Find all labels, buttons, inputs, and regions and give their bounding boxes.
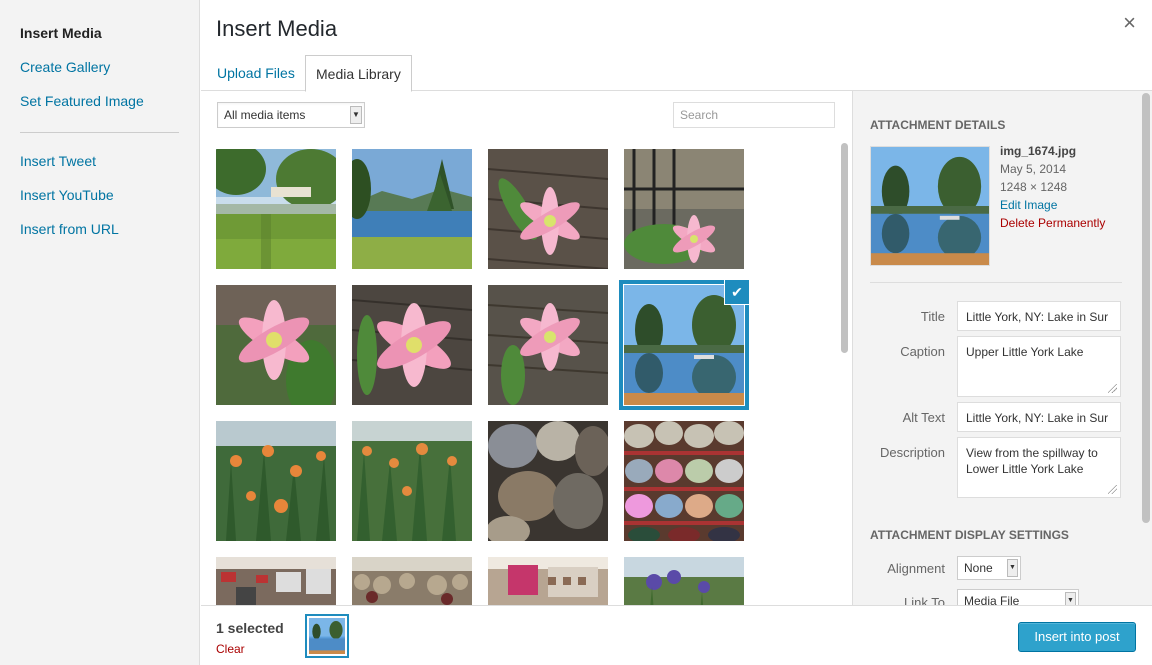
attachment-thumb-little-york-lake[interactable]: ✔ (624, 280, 749, 405)
store-photo (216, 557, 336, 605)
caption-value: Upper Little York Lake (966, 345, 1084, 359)
link-to-value: Media File (964, 594, 1020, 605)
lake-reflection-photo (871, 147, 989, 265)
delete-permanently-link[interactable]: Delete Permanently (1000, 214, 1105, 232)
caption-field[interactable]: Upper Little York Lake (957, 336, 1121, 397)
attachment-thumb-lily-4[interactable] (487, 285, 609, 405)
park-photo (206, 143, 346, 269)
attachment-thumb-lake-trees[interactable] (343, 149, 472, 269)
modal-title: Insert Media (216, 16, 338, 41)
dropdown-arrow-icon: ▼ (350, 106, 362, 124)
attachment-thumb-lily-2[interactable] (216, 285, 336, 420)
lily-photo (487, 149, 609, 270)
router-tabs: Upload Files Media Library (201, 55, 1152, 92)
menu-item-create-gallery[interactable]: Create Gallery (0, 56, 199, 90)
resize-handle-icon[interactable] (1108, 384, 1117, 393)
attachment-preview (870, 146, 990, 266)
menu-separator (20, 132, 179, 133)
attachment-thumb-yarn-shelves[interactable] (624, 421, 744, 543)
attachment-thumb-yarn-rolls[interactable] (486, 421, 611, 546)
menu-item-insert-youtube[interactable]: Insert YouTube (0, 184, 199, 218)
attachment-meta: img_1674.jpg May 5, 2014 1248 × 1248 Edi… (1000, 142, 1105, 232)
alt-text-field[interactable]: Little York, NY: Lake in Sur (957, 402, 1121, 432)
display-settings-heading: ATTACHMENT DISPLAY SETTINGS (870, 528, 1069, 542)
grid-scrollbar-thumb[interactable] (841, 143, 848, 353)
menu-item-insert-media[interactable]: Insert Media (0, 22, 199, 56)
daylilies-photo (216, 421, 336, 541)
attachment-filename: img_1674.jpg (1000, 144, 1077, 158)
title-field[interactable]: Little York, NY: Lake in Sur (957, 301, 1121, 331)
attachment-thumb-park[interactable] (206, 143, 346, 269)
media-toolbar: 1 selected Clear Insert into post (201, 605, 1152, 665)
attachment-details-heading: ATTACHMENT DETAILS (870, 118, 1006, 132)
attachment-thumb-irises[interactable] (624, 557, 744, 605)
attachment-date: May 5, 2014 (1000, 162, 1067, 176)
lake-reflection-photo (309, 618, 345, 654)
tab-media-library[interactable]: Media Library (305, 55, 412, 92)
description-label: Description (879, 445, 945, 460)
edit-image-link[interactable]: Edit Image (1000, 196, 1105, 214)
menu-item-set-featured-image[interactable]: Set Featured Image (0, 90, 199, 124)
dropdown-arrow-icon: ▼ (1007, 559, 1018, 577)
attachment-thumb-daylilies-1[interactable] (216, 421, 336, 541)
title-label: Title (920, 309, 945, 324)
store-photo (352, 557, 472, 605)
lily-fence-photo (624, 149, 744, 269)
resize-handle-icon[interactable] (1108, 485, 1117, 494)
link-to-select[interactable]: Media File ▼ (957, 589, 1079, 605)
search-input[interactable] (673, 102, 835, 128)
alignment-select[interactable]: None ▼ (957, 556, 1021, 580)
attachment-thumb-daylilies-2[interactable] (352, 421, 472, 541)
fabric-rolls-photo (486, 421, 611, 546)
close-icon[interactable]: × (1123, 12, 1136, 34)
attachment-thumb-lily-1[interactable] (487, 149, 609, 270)
store-photo (488, 557, 608, 605)
attachment-dimensions: 1248 × 1248 (1000, 180, 1068, 194)
lily-closeup-photo (351, 285, 473, 405)
selected-check-icon[interactable]: ✔ (725, 280, 749, 304)
attachments-grid: ✔ (201, 140, 852, 605)
attachment-thumb-store-1[interactable] (216, 557, 336, 605)
alignment-value: None (964, 561, 993, 575)
menu-item-insert-tweet[interactable]: Insert Tweet (0, 150, 199, 184)
tab-upload-files[interactable]: Upload Files (207, 55, 305, 91)
lily-photo (487, 285, 609, 405)
attachment-thumb-lily-fence[interactable] (624, 149, 744, 269)
caption-label: Caption (900, 344, 945, 359)
dropdown-arrow-icon: ▼ (1065, 592, 1076, 605)
attachment-thumb-store-3[interactable] (488, 557, 608, 605)
lily-closeup-photo (216, 285, 336, 420)
attachment-thumb-store-2[interactable] (352, 557, 472, 605)
yarn-shelves-photo (624, 421, 744, 543)
daylilies-photo (352, 421, 472, 541)
grid-scrollbar[interactable] (838, 140, 850, 605)
clear-selection-link[interactable]: Clear (216, 642, 245, 656)
link-to-label: Link To (904, 595, 945, 605)
media-filter-select[interactable]: All media items ▼ (217, 102, 365, 128)
attachment-details-sidebar: ATTACHMENT DETAILS img_1674.jpg May 5, 2… (852, 91, 1152, 605)
description-value: View from the spillway to Lower Little Y… (966, 446, 1098, 476)
media-filter-value: All media items (224, 108, 306, 122)
sidebar-divider (870, 282, 1122, 283)
description-field[interactable]: View from the spillway to Lower Little Y… (957, 437, 1121, 498)
selection-thumbnail[interactable] (305, 614, 349, 658)
insert-into-post-button[interactable]: Insert into post (1018, 622, 1136, 652)
menu-item-insert-from-url[interactable]: Insert from URL (0, 218, 199, 252)
media-router-menu: Insert Media Create Gallery Set Featured… (0, 0, 200, 665)
sidebar-scrollbar-thumb[interactable] (1142, 93, 1150, 523)
alt-text-label: Alt Text (902, 410, 945, 425)
iris-photo (624, 557, 744, 605)
selection-count: 1 selected (216, 620, 284, 636)
lake-photo (343, 149, 472, 269)
alignment-label: Alignment (887, 561, 945, 576)
attachment-thumb-lily-3[interactable] (351, 285, 473, 405)
